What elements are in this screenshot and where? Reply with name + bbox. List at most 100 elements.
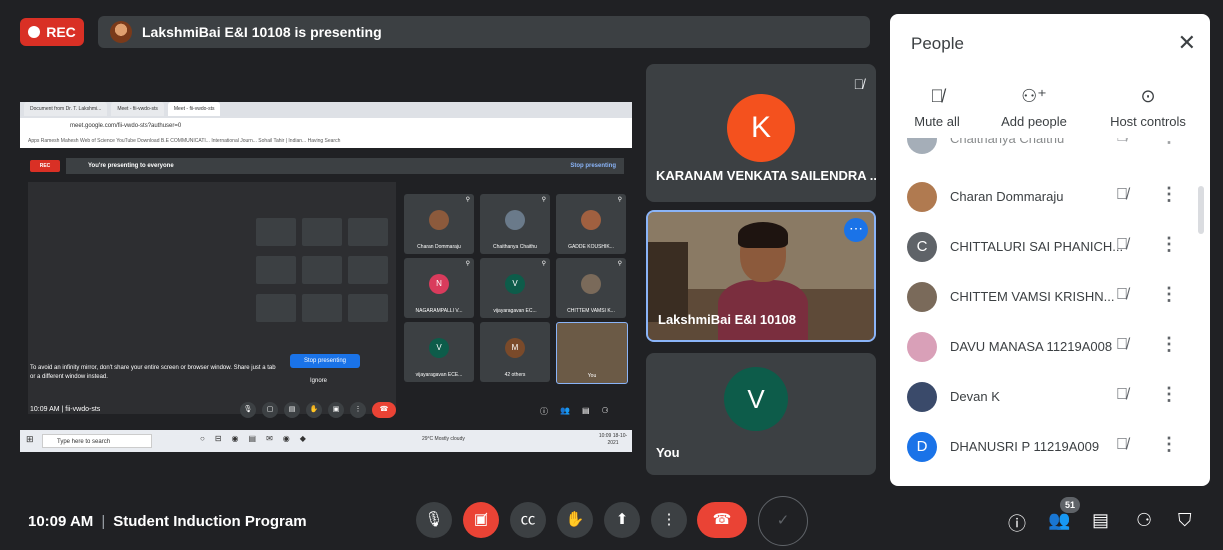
- shared-presenting-text: You're presenting to everyone: [88, 163, 174, 169]
- more-options-button[interactable]: ⋯: [844, 218, 868, 242]
- mirror-tiles: [256, 218, 392, 328]
- self-name: You: [656, 445, 680, 460]
- leave-call-button[interactable]: ☎: [697, 502, 747, 538]
- current-time: 10:09 AM: [28, 513, 94, 530]
- more-vert-icon: ⋮: [661, 511, 677, 528]
- browser-tab: Meet - fii-vwdo-sts: [167, 102, 221, 116]
- check-button[interactable]: ✓: [758, 496, 808, 546]
- participant-name: LakshmiBai E&I 10108: [658, 312, 797, 327]
- shared-tile: ⚲ Chaithanya Chaithu: [480, 194, 550, 254]
- mic-off-icon: 🎙̸: [1116, 336, 1128, 353]
- taskbar-search: Type here to search: [42, 434, 152, 448]
- raise-hand-button[interactable]: ✋: [557, 502, 593, 538]
- browser-tab: Document from Dr. T. Lakshmi...: [24, 102, 108, 116]
- taskbar-apps: ○ ⊟ ◉ ▤ ✉ ◉ ◆: [200, 434, 306, 443]
- people-icon[interactable]: 👥: [1048, 510, 1070, 531]
- captions-icon: ㏄: [520, 511, 536, 528]
- shared-controls: 🎙 ▢ ▤ ✋ ▣ ⋮ ☎: [240, 402, 400, 418]
- activities-icon[interactable]: ⚆: [1136, 510, 1152, 531]
- scrollbar[interactable]: [1198, 186, 1204, 234]
- shared-tile: ⚲ CHITTEM VAMSI K...: [556, 258, 626, 318]
- list-item[interactable]: C CHITTALURI SAI PHANICH... 🎙̸ ⋮: [890, 222, 1210, 272]
- participant-tile[interactable]: 🎙̸ K KARANAM VENKATA SAILENDRA ...: [646, 64, 876, 202]
- present-button[interactable]: ⬆: [604, 502, 640, 538]
- recording-dot-icon: [28, 26, 41, 38]
- mic-icon: 🎙: [424, 511, 444, 528]
- list-item[interactable]: DAVU MANASA 11219A008 🎙̸ ⋮: [890, 322, 1210, 372]
- toggle-icon: ⊙: [1140, 86, 1156, 106]
- add-person-icon: ⚇⁺: [1021, 86, 1047, 106]
- avatar: C: [907, 232, 937, 262]
- host-controls-button[interactable]: ⊙ Host controls: [1098, 86, 1198, 129]
- list-item[interactable]: D DHANUSRI P 11219A009 🎙̸ ⋮: [890, 422, 1210, 472]
- host-controls-icon[interactable]: ⛉: [1178, 510, 1192, 531]
- more-options-button[interactable]: ⋮: [651, 502, 687, 538]
- browser-tab: Meet - fii-vwdo-sts: [111, 102, 164, 116]
- avatar: [907, 182, 937, 212]
- avatar: [907, 282, 937, 312]
- windows-start-icon: ⊞: [26, 434, 34, 444]
- shared-tile: ⚲ N NAGARAMPALLI V...: [404, 258, 474, 318]
- more-vert-icon[interactable]: ⋮: [1160, 384, 1178, 405]
- mic-off-icon: 🎙̸: [1116, 386, 1128, 403]
- shared-tile: ⚲ Vvijayaragavan EC...: [480, 258, 550, 318]
- list-item[interactable]: Chaithanya Chaithu 🎙̸ ⋮: [890, 138, 1210, 164]
- presenter-tile[interactable]: ⋯ LakshmiBai E&I 10108: [646, 210, 876, 342]
- avatar: [907, 138, 937, 154]
- mic-off-icon: 🎙̸: [1116, 436, 1128, 453]
- shared-tile: ⚲ GADDE KOUSHIK...: [556, 194, 626, 254]
- shared-stop-link: Stop presenting: [570, 163, 616, 169]
- shared-rec-badge: REC: [30, 160, 60, 172]
- participant-name: CHITTALURI SAI PHANICH...: [950, 239, 1124, 254]
- add-people-button[interactable]: ⚇⁺ Add people: [984, 86, 1084, 129]
- shared-screen: Document from Dr. T. Lakshmi... Meet - f…: [20, 102, 632, 454]
- meeting-info: 10:09 AM | Student Induction Program: [28, 513, 307, 530]
- more-vert-icon[interactable]: ⋮: [1160, 334, 1178, 355]
- present-icon: ⬆: [615, 511, 629, 528]
- info-icon[interactable]: ⓘ: [1008, 510, 1026, 536]
- more-vert-icon[interactable]: ⋮: [1160, 184, 1178, 205]
- rec-badge: REC: [20, 18, 84, 46]
- mic-off-icon: 🎙̸: [1116, 286, 1128, 303]
- captions-button[interactable]: ㏄: [510, 502, 546, 538]
- participant-name: CHITTEM VAMSI KRISHN...: [950, 289, 1115, 304]
- shared-tiles: ⚲ Charan Dommaraju ⚲ Chaithanya Chaithu ⚲ G…: [404, 194, 628, 426]
- more-vert-icon[interactable]: ⋮: [1160, 138, 1178, 147]
- mic-off-icon: 🎙̸: [1116, 236, 1128, 253]
- participant-name: Charan Dommaraju: [950, 189, 1064, 204]
- more-vert-icon[interactable]: ⋮: [1160, 284, 1178, 305]
- camera-off-icon: ▣̸: [473, 511, 489, 528]
- avatar: [907, 332, 937, 362]
- participant-name: KARANAM VENKATA SAILENDRA ...: [656, 168, 876, 183]
- participant-list: Chaithanya Chaithu 🎙̸ ⋮ Charan Dommaraju…: [890, 138, 1210, 486]
- taskbar-clock: 10:09 18-10-2021: [598, 433, 628, 446]
- presenter-avatar: [110, 21, 132, 43]
- presenter-bar: LakshmiBai E&I 10108 is presenting: [98, 16, 870, 48]
- mic-off-icon: 🎙̸: [853, 76, 865, 92]
- mic-off-icon: 🎙̸: [930, 86, 944, 106]
- windows-taskbar: ⊞ Type here to search ○ ⊟ ◉ ▤ ✉ ◉ ◆ 29°C Mostl…: [20, 430, 632, 452]
- camera-button[interactable]: ▣̸: [463, 502, 499, 538]
- mirror-warning: To avoid an infinity mirror, don't share…: [30, 365, 276, 380]
- presenter-text: LakshmiBai E&I 10108 is presenting: [142, 24, 382, 40]
- more-vert-icon[interactable]: ⋮: [1160, 234, 1178, 255]
- mute-all-button[interactable]: 🎙̸ Mute all: [890, 86, 987, 129]
- more-vert-icon[interactable]: ⋮: [1160, 434, 1178, 455]
- mic-button[interactable]: 🎙: [416, 502, 452, 538]
- list-item[interactable]: Charan Dommaraju 🎙̸ ⋮: [890, 172, 1210, 222]
- list-item[interactable]: Devan K 🎙̸ ⋮: [890, 372, 1210, 422]
- avatar: K: [727, 94, 795, 162]
- browser-url: meet.google.com/fii-vwdo-sts?authuser=0: [20, 118, 632, 134]
- panel-title: People: [911, 34, 964, 53]
- check-icon: ✓: [776, 512, 790, 529]
- participant-name: Chaithanya Chaithu: [950, 138, 1065, 146]
- shared-tile: M 42 others: [480, 322, 550, 382]
- shared-meet-view: REC You're presenting to everyone Stop p…: [20, 150, 632, 430]
- self-tile[interactable]: V You: [646, 353, 876, 475]
- mic-off-icon: 🎙̸: [1116, 138, 1128, 146]
- list-item[interactable]: CHITTEM VAMSI KRISHN... 🎙̸ ⋮: [890, 272, 1210, 322]
- close-icon[interactable]: ✕: [1178, 30, 1196, 56]
- shared-tile: Vvijayaragavan ECE...: [404, 322, 474, 382]
- chat-icon[interactable]: ▤: [1092, 510, 1109, 531]
- shared-stop-button: Stop presenting: [290, 354, 360, 368]
